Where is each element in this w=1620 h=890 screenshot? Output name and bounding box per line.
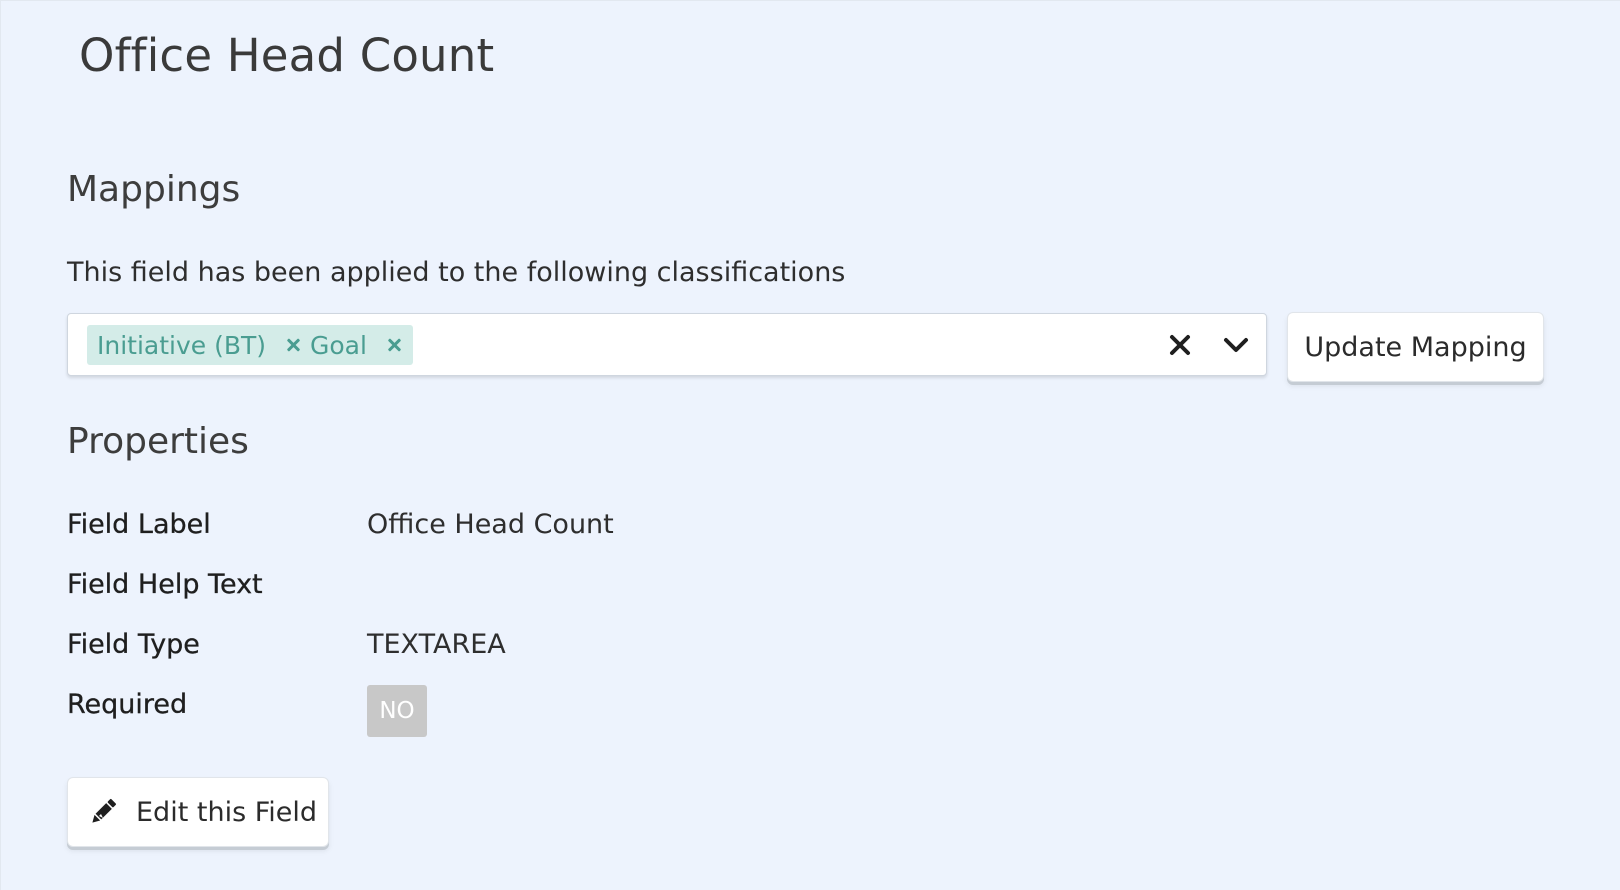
properties-heading: Properties [67, 421, 249, 462]
field-type-value: TEXTAREA [367, 629, 506, 660]
field-label-value: Office Head Count [367, 509, 614, 540]
update-mapping-button[interactable]: Update Mapping [1287, 312, 1544, 382]
mappings-heading: Mappings [67, 169, 241, 210]
mappings-description: This field has been applied to the follo… [67, 257, 846, 288]
field-type-label: Field Type [67, 629, 200, 660]
clear-selection-icon[interactable] [1166, 331, 1194, 359]
field-help-text-label: Field Help Text [67, 569, 263, 600]
chip-label: Goal [310, 330, 367, 360]
field-label-label: Field Label [67, 509, 211, 540]
classification-chip: Goal [300, 325, 413, 365]
close-icon[interactable] [385, 336, 403, 354]
edit-field-label: Edit this Field [136, 796, 318, 828]
chevron-down-icon[interactable] [1220, 331, 1252, 359]
required-label: Required [67, 689, 188, 720]
chip-label: Initiative (BT) [97, 330, 267, 360]
classification-multiselect[interactable]: Initiative (BT) Goal [67, 313, 1267, 376]
pencil-icon [92, 798, 117, 823]
page-title: Office Head Count [79, 29, 495, 82]
classification-chip: Initiative (BT) [87, 325, 313, 365]
field-detail-panel: Office Head Count Mappings This field ha… [0, 0, 1620, 890]
edit-field-button[interactable]: Edit this Field [67, 777, 329, 847]
required-status-badge: NO [367, 685, 427, 737]
